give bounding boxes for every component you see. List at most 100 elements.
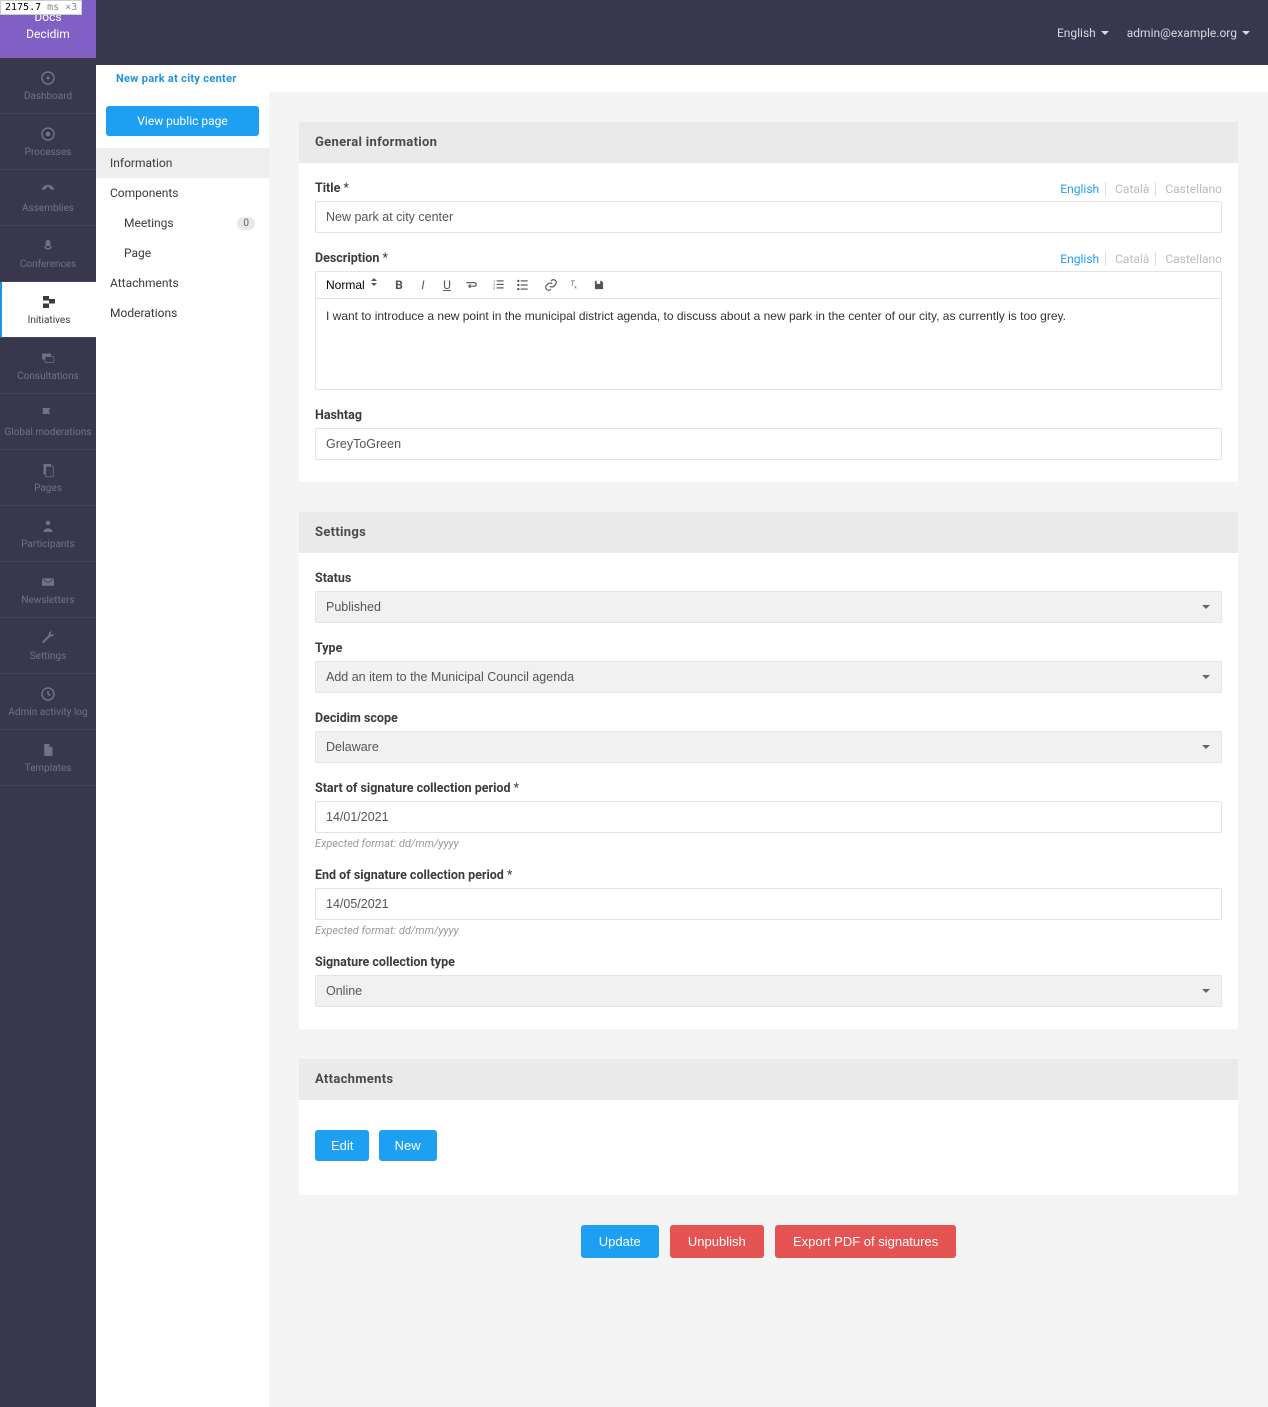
italic-icon[interactable]: I (415, 277, 431, 293)
start-date-label: Start of signature collection period * (315, 781, 519, 796)
subnav-page[interactable]: Page (96, 238, 269, 268)
unpublish-button[interactable]: Unpublish (670, 1225, 764, 1258)
nav-label: Newsletters (21, 595, 74, 606)
lang-tab-castellano[interactable]: Castellano (1159, 252, 1222, 266)
nav-pages[interactable]: Pages (0, 450, 96, 506)
view-public-button[interactable]: View public page (106, 106, 259, 136)
nav-label: Settings (30, 651, 67, 662)
subnav-components[interactable]: Components (96, 178, 269, 208)
conferences-icon (39, 237, 57, 255)
lang-tab-castellano[interactable]: Castellano (1159, 182, 1222, 196)
nav-label: Conferences (20, 259, 76, 270)
status-select[interactable]: Published (315, 591, 1222, 623)
nav-participants[interactable]: Participants (0, 506, 96, 562)
pages-icon (39, 461, 57, 479)
link-icon[interactable] (543, 277, 559, 293)
svg-text:x: x (574, 286, 577, 291)
export-pdf-button[interactable]: Export PDF of signatures (775, 1225, 956, 1258)
nav-assemblies[interactable]: Assemblies (0, 170, 96, 226)
envelope-icon (39, 573, 57, 591)
nav-label: Admin activity log (8, 707, 87, 718)
bold-icon[interactable]: B (391, 277, 407, 293)
lang-tab-english[interactable]: English (1054, 252, 1106, 266)
attachments-header: Attachments (299, 1059, 1238, 1100)
edit-button[interactable]: Edit (315, 1130, 369, 1161)
start-date-input[interactable] (315, 801, 1222, 833)
status-label: Status (315, 571, 351, 586)
general-info-card: General information Title * English (299, 122, 1238, 482)
ordered-list-icon[interactable]: 123 (491, 277, 507, 293)
new-button[interactable]: New (379, 1130, 437, 1161)
nav-dashboard[interactable]: Dashboard (0, 58, 96, 114)
title-label: Title * (315, 181, 349, 196)
nav-initiatives[interactable]: Initiatives (0, 282, 96, 338)
lang-tabs-desc: English Català Castellano (1054, 252, 1222, 266)
update-button[interactable]: Update (581, 1225, 659, 1258)
nav-global-moderations[interactable]: Global moderations (0, 394, 96, 450)
description-editor: Normal B I U (315, 271, 1222, 390)
breadcrumb-title: New park at city center (116, 72, 237, 85)
nav-label: Processes (25, 147, 72, 158)
nav-processes[interactable]: Processes (0, 114, 96, 170)
person-icon (39, 517, 57, 535)
title-input[interactable] (315, 201, 1222, 233)
lang-tab-catala[interactable]: Català (1109, 182, 1156, 196)
svg-text:3: 3 (493, 287, 495, 291)
caret-down-icon (1101, 31, 1109, 35)
nav-newsletters[interactable]: Newsletters (0, 562, 96, 618)
subnav-meetings[interactable]: Meetings 0 (96, 208, 269, 238)
caret-down-icon (1242, 31, 1250, 35)
assemblies-icon (39, 181, 57, 199)
sig-type-select[interactable]: Online (315, 975, 1222, 1007)
language-label: English (1057, 26, 1096, 40)
user-menu[interactable]: admin@example.org (1127, 26, 1250, 40)
sig-type-label: Signature collection type (315, 955, 455, 970)
scope-select[interactable]: Delaware (315, 731, 1222, 763)
type-select[interactable]: Add an item to the Municipal Council age… (315, 661, 1222, 693)
subnav-information[interactable]: Information (96, 148, 269, 178)
nav-conferences[interactable]: Conferences (0, 226, 96, 282)
hashtag-input[interactable] (315, 428, 1222, 460)
brand-line2: Decidim (8, 27, 88, 43)
wrench-icon (39, 629, 57, 647)
end-date-hint: Expected format: dd/mm/yyyy (315, 924, 1222, 937)
unordered-list-icon[interactable] (515, 277, 531, 293)
settings-card: Settings Status Published Ty (299, 512, 1238, 1029)
attachments-card: Attachments Edit New (299, 1059, 1238, 1195)
heading-select[interactable]: Normal (324, 276, 379, 294)
nav-templates[interactable]: Templates (0, 730, 96, 786)
initiatives-icon (40, 293, 58, 311)
description-textarea[interactable]: I want to introduce a new point in the m… (316, 299, 1221, 389)
meetings-count-badge: 0 (237, 217, 255, 230)
settings-header: Settings (299, 512, 1238, 553)
start-date-hint: Expected format: dd/mm/yyyy (315, 837, 1222, 850)
lang-tab-catala[interactable]: Català (1109, 252, 1156, 266)
editor-toolbar: Normal B I U (316, 272, 1221, 299)
scope-label: Decidim scope (315, 711, 398, 726)
end-date-label: End of signature collection period * (315, 868, 512, 883)
breadcrumb[interactable]: New park at city center (96, 65, 1268, 92)
nav-label: Assemblies (22, 203, 74, 214)
nav-label: Pages (34, 483, 62, 494)
linebreak-icon[interactable] (463, 277, 479, 293)
subnav-moderations[interactable]: Moderations (96, 298, 269, 328)
type-label: Type (315, 641, 342, 656)
save-icon[interactable] (591, 277, 607, 293)
sub-sidebar: View public page Information Components … (96, 92, 269, 1407)
nav-label: Consultations (17, 371, 79, 382)
main-sidebar: Docs Decidim Dashboard Processes Assembl… (0, 0, 96, 1407)
dashboard-icon (39, 69, 57, 87)
language-selector[interactable]: English (1057, 26, 1109, 40)
subnav-attachments[interactable]: Attachments (96, 268, 269, 298)
lang-tab-english[interactable]: English (1054, 182, 1106, 196)
nav-admin-activity-log[interactable]: Admin activity log (0, 674, 96, 730)
nav-settings[interactable]: Settings (0, 618, 96, 674)
nav-consultations[interactable]: Consultations (0, 338, 96, 394)
underline-icon[interactable]: U (439, 277, 455, 293)
flag-icon (39, 405, 57, 423)
clear-format-icon[interactable]: Tx (567, 277, 583, 293)
end-date-input[interactable] (315, 888, 1222, 920)
main-content: General information Title * English (269, 92, 1268, 1407)
bottom-actions: Update Unpublish Export PDF of signature… (299, 1225, 1238, 1258)
clock-icon (39, 685, 57, 703)
